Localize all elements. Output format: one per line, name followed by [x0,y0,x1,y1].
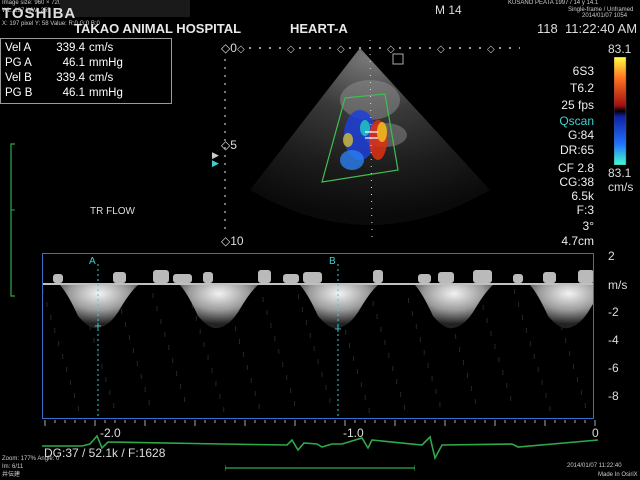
svg-text:◇: ◇ [237,44,245,55]
hospital-name: TAKAO ANIMAL HOSPITAL [74,21,242,36]
angle-correction: 3° [582,219,594,233]
depth-label-10: ◇10 [221,234,244,248]
frame-index-info: Im: 6/11 [2,464,24,470]
dynamic-range: DR:65 [559,143,594,157]
y-tick-neg2: -2 [608,305,619,319]
measurement-row-pg-a: PG A 46.1 mmHg [5,57,169,72]
acquisition-time: 11:22:40 AM [565,21,638,36]
svg-text:◇: ◇ [337,44,345,55]
y-tick-neg6: -6 [608,361,619,375]
svg-text:+: + [94,321,102,332]
depth-value: 4.7cm [561,234,594,248]
footer-origin: Made In OsiriX [598,472,638,478]
color-gain: CG:38 [559,175,594,189]
qscan-label: Qscan [559,114,594,128]
zoom-angle-info: Zoom: 177% Angle: 0 [2,456,60,462]
color-scale-bottom-value: 83.1 [608,166,632,180]
measurement-label: PG B [5,87,33,99]
measurement-value: 46.1 [62,57,85,69]
probe-name: 6S3 [572,64,594,78]
measurement-unit: cm/s [89,42,114,54]
tr-flow-annotation: TR FLOW [90,206,135,217]
svg-text:◇: ◇ [387,44,395,55]
measurement-row-vel-b: Vel B 339.4 cm/s [5,72,169,87]
measurement-value: 339.4 [56,42,85,54]
measurement-value: 46.1 [62,87,85,99]
ecg-gain-bracket [10,143,15,297]
patient-line: KUSANO PEATA 1997 / 14 y 14.1 [508,0,599,6]
patient-id-info: 井伝建 [2,472,21,478]
y-tick-2: 2 [608,249,615,263]
frame-number: 118 [537,21,558,36]
mode-code: M 14 [435,3,462,17]
measurement-row-vel-a: Vel A 339.4 cm/s [5,42,169,57]
marker-a-label: A [89,256,96,267]
series-date: 2014/01/07 1054 [582,13,628,19]
color-scale-unit: cm/s [608,180,634,194]
measurement-unit: mmHg [89,87,123,99]
prf-value: 6.5k [571,189,594,203]
filter-value: F:3 [576,203,594,217]
measurement-table: Vel A 339.4 cm/s PG A 46.1 mmHg Vel B 33… [0,38,172,104]
svg-text:◇: ◇ [487,44,495,55]
svg-text:+: + [334,324,342,335]
doppler-footer-params: DG:37 / 52.1k / F:1628 [44,446,166,460]
y-tick-neg4: -4 [608,333,619,347]
marker-b-label: B [329,256,336,267]
depth-label-0: ◇0 [221,41,237,55]
gain-value: G:84 [567,128,594,142]
svg-text:◇: ◇ [437,44,445,55]
redacted-bar [60,0,190,17]
depth-tick-column [224,59,226,229]
svg-text:◇: ◇ [287,44,295,55]
footer-date: 2014/01/07 11:22:40 [567,463,622,469]
color-scale-top-value: 83.1 [608,42,632,56]
measurement-value: 339.4 [56,72,85,84]
measurement-unit: cm/s [89,72,114,84]
y-axis-unit: m/s [608,278,628,292]
focus-marker-cyan-icon: ▶ [212,158,219,168]
color-velocity-bar [614,57,627,165]
measurement-label: Vel A [5,42,32,54]
exam-preset: HEART-A [290,21,348,36]
time-axis-ticks [44,420,596,426]
measurement-unit: mmHg [89,57,123,69]
depth-scale-top: ◇ ◇ ◇ ◇ ◇ ◇ [237,44,520,55]
measurement-label: PG A [5,57,32,69]
measurement-label: Vel B [5,72,32,84]
tissue-frequency: T6.2 [569,81,594,95]
spectral-doppler-trace: + + [43,264,593,418]
y-tick-neg8: -8 [608,389,619,403]
color-frequency: CF 2.8 [557,161,594,175]
measurement-row-pg-b: PG B 46.1 mmHg [5,87,169,102]
image-info-window: WL: 127 WW: 255 [2,8,51,14]
cine-bar [225,465,415,471]
echo-sector-image [250,40,490,241]
frame-rate: 25 fps [561,98,594,112]
